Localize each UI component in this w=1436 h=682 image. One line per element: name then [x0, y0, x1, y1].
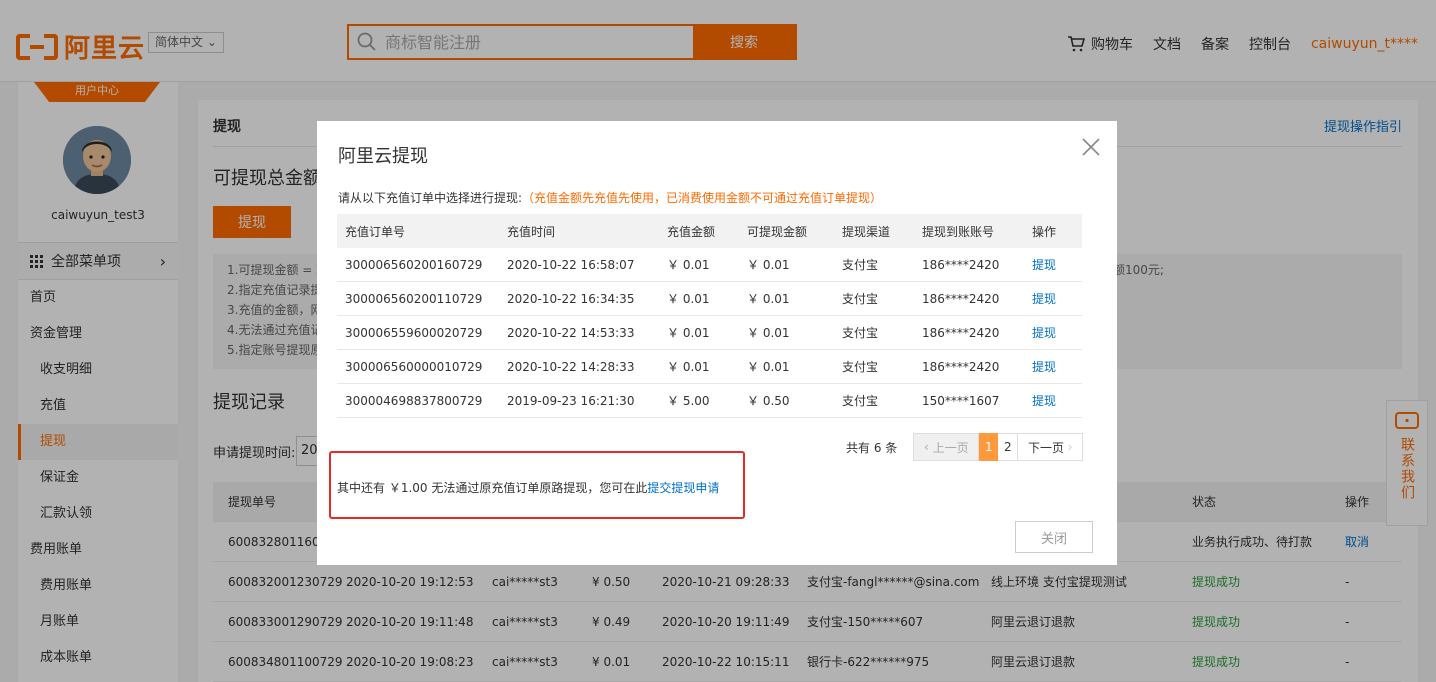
- table-cell: ￥ 0.01: [667, 360, 710, 374]
- column-header: 提现到账账号: [922, 224, 995, 239]
- close-icon[interactable]: [1079, 135, 1103, 159]
- table-cell: 186****2420: [922, 325, 1000, 340]
- table-cell: 300006560200160729: [345, 257, 483, 272]
- withdraw-link[interactable]: 提现: [1032, 256, 1082, 273]
- table-row: 300006560200110729 2020-10-22 16:34:35 ￥ 0…: [337, 282, 1082, 316]
- modal-hint: 请从以下充值订单中选择进行提现:（充值金额先充值先使用，已消费使用金额不可通过充…: [338, 191, 883, 205]
- recharge-orders-table: 充值订单号 充值时间 充值金额 可提现金额 提现渠道 提现到账账号 操作 3000065602…: [337, 214, 1082, 418]
- table-cell: 150****1607: [922, 393, 1000, 408]
- submit-withdraw-request-link[interactable]: 提交提现申请: [647, 481, 719, 495]
- table-cell: 2020-10-22 14:53:33: [507, 325, 635, 340]
- table-row: 300006559600020729 2020-10-22 14:53:33 ￥ 0…: [337, 316, 1082, 350]
- prev-page-button[interactable]: ‹ 上一页: [913, 433, 980, 461]
- withdraw-link[interactable]: 提现: [1032, 324, 1082, 341]
- page-2-button[interactable]: 2: [998, 433, 1019, 461]
- table-cell: ￥ 0.01: [747, 258, 790, 272]
- column-header: 充值金额: [667, 224, 716, 239]
- table-cell: ￥ 0.01: [747, 326, 790, 340]
- table-cell: 186****2420: [922, 359, 1000, 374]
- table-cell: ￥ 0.01: [747, 360, 790, 374]
- withdraw-link[interactable]: 提现: [1032, 358, 1082, 375]
- table-row: 300006560000010729 2020-10-22 14:28:33 ￥ 0…: [337, 350, 1082, 384]
- pagination: 共有 6 条 ‹ 上一页 1 2 下一页 ›: [846, 433, 1084, 461]
- table-cell: 2020-10-22 16:34:35: [507, 291, 635, 306]
- table-cell: 300006560200110729: [345, 291, 483, 306]
- column-header: 提现渠道: [842, 224, 891, 239]
- table-cell: 186****2420: [922, 291, 1000, 306]
- column-header: 可提现金额: [747, 224, 808, 239]
- pagination-total: 共有 6 条: [846, 440, 898, 455]
- modal-hint-warning: （充值金额先充值先使用，已消费使用金额不可通过充值订单提现）: [522, 191, 883, 205]
- table-cell: 支付宝: [842, 394, 879, 408]
- column-header: 充值时间: [507, 224, 556, 239]
- withdraw-modal: 阿里云提现 请从以下充值订单中选择进行提现:（充值金额先充值先使用，已消费使用金…: [317, 121, 1117, 565]
- table-cell: 2019-09-23 16:21:30: [507, 393, 635, 408]
- table-cell: 支付宝: [842, 326, 879, 340]
- table-cell: 300006560000010729: [345, 359, 483, 374]
- modal-title: 阿里云提现: [338, 146, 428, 167]
- table-row: 300006560200160729 2020-10-22 16:58:07 ￥ 0…: [337, 248, 1082, 282]
- chevron-right-icon: ›: [1063, 440, 1073, 454]
- table-cell: 300004698837800729: [345, 393, 483, 408]
- page-1-button[interactable]: 1: [979, 433, 999, 461]
- next-page-button[interactable]: 下一页 ›: [1018, 433, 1084, 461]
- column-header: 操作: [1032, 224, 1057, 239]
- extra-note: 其中还有 ￥1.00 无法通过原充值订单原路提现，您可在此提交提现申请: [337, 481, 720, 495]
- table-cell: ￥ 0.01: [667, 326, 710, 340]
- table-cell: 2020-10-22 14:28:33: [507, 359, 635, 374]
- table-cell: ￥ 0.01: [667, 258, 710, 272]
- withdraw-link[interactable]: 提现: [1032, 290, 1082, 307]
- column-header: 充值订单号: [345, 224, 406, 239]
- table-cell: 2020-10-22 16:58:07: [507, 257, 635, 272]
- table-cell: 支付宝: [842, 292, 879, 306]
- withdraw-link[interactable]: 提现: [1032, 392, 1082, 409]
- table-header: 充值订单号 充值时间 充值金额 可提现金额 提现渠道 提现到账账号 操作: [337, 214, 1082, 248]
- table-cell: ￥ 5.00: [667, 394, 710, 408]
- table-cell: ￥ 0.50: [747, 394, 790, 408]
- close-button[interactable]: 关闭: [1015, 521, 1093, 553]
- table-cell: 300006559600020729: [345, 325, 483, 340]
- table-cell: ￥ 0.01: [667, 292, 710, 306]
- table-row: 300004698837800729 2019-09-23 16:21:30 ￥ 5…: [337, 384, 1082, 418]
- table-cell: 186****2420: [922, 257, 1000, 272]
- chevron-left-icon: ‹: [923, 440, 933, 454]
- table-cell: 支付宝: [842, 360, 879, 374]
- table-cell: 支付宝: [842, 258, 879, 272]
- table-cell: ￥ 0.01: [747, 292, 790, 306]
